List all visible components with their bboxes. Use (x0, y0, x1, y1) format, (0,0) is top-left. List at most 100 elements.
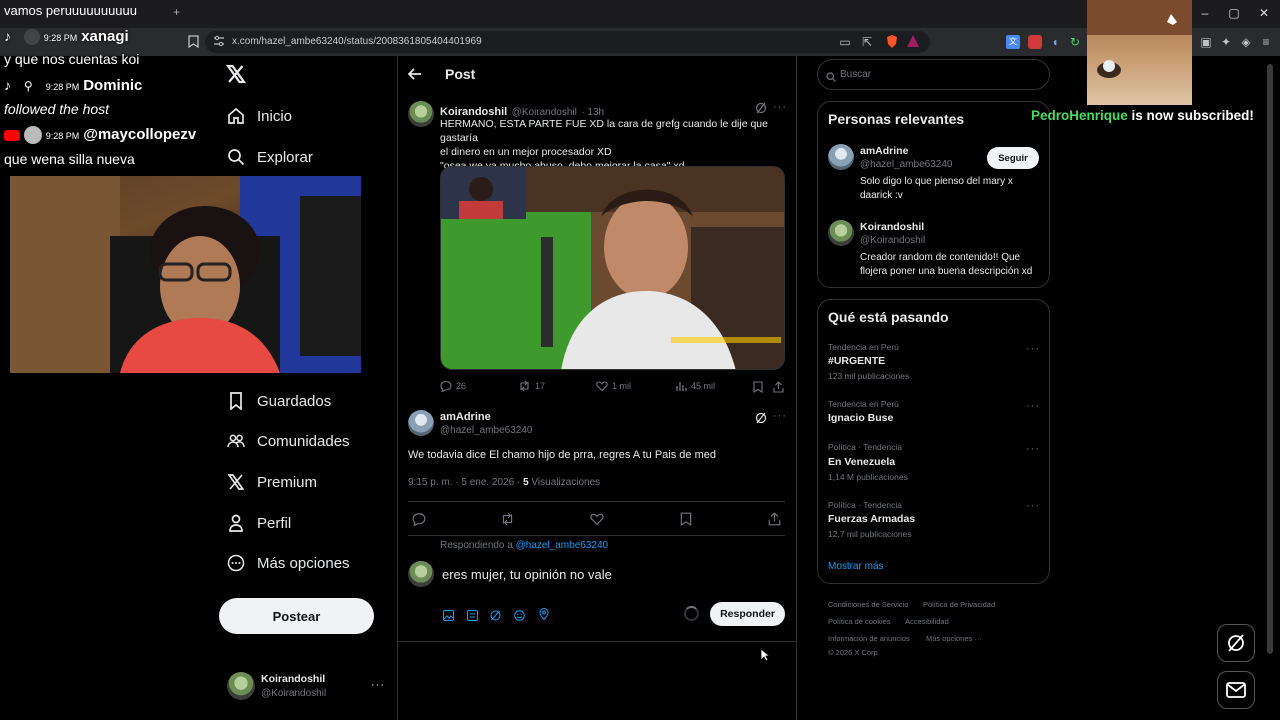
footer-cookies-link[interactable]: Política de cookies (828, 617, 891, 626)
trend-more-icon[interactable]: ··· (1026, 500, 1040, 512)
like-action[interactable]: 1 mil (596, 380, 631, 392)
person-handle[interactable]: @Koirandoshil (860, 235, 925, 246)
nav-item-home[interactable]: Inicio (227, 101, 292, 131)
new-tab-button[interactable]: + (173, 5, 180, 19)
post-video[interactable] (440, 166, 785, 370)
views-action[interactable]: 45 mil (675, 380, 715, 392)
footer-more-link[interactable]: Más opciones ··· (926, 634, 982, 643)
bookmark-icon[interactable] (753, 380, 763, 398)
trends-title: Qué está pasando (828, 309, 949, 325)
extension-icon[interactable]: ↻ (1068, 35, 1082, 49)
extension-icon[interactable]: ◖ (1048, 35, 1062, 49)
trend-more-icon[interactable]: ··· (1026, 343, 1040, 355)
repost-action[interactable]: 17 (518, 380, 545, 392)
maximize-icon[interactable]: ▢ (1224, 6, 1244, 20)
show-more-link[interactable]: Mostrar más (828, 561, 884, 572)
reply-author-avatar[interactable] (408, 410, 434, 436)
post-more-icon[interactable]: ··· (773, 101, 787, 113)
alert-user: PedroHenrique (1031, 108, 1128, 123)
scrollbar[interactable] (1267, 64, 1273, 654)
trend-context: Tendencia en Perú (828, 342, 899, 352)
account-avatar[interactable] (227, 672, 255, 700)
sidebar-toggle-icon[interactable]: ▣ (1199, 35, 1213, 49)
extension-icon[interactable] (1028, 35, 1042, 49)
location-icon[interactable] (539, 607, 549, 625)
translate-extension-icon[interactable]: 文 (1006, 35, 1020, 49)
active-tab-title[interactable]: vamos peruuuuuuuuuu (4, 3, 137, 18)
x-logo-icon[interactable] (225, 64, 247, 89)
chat-time: 9:28 PM (45, 131, 80, 141)
person-name[interactable]: Koirandoshil (860, 221, 924, 233)
person-avatar[interactable] (828, 144, 854, 170)
footer-terms-link[interactable]: Condiciones de Servicio (828, 600, 908, 609)
nav-item-explore[interactable]: Explorar (227, 142, 313, 172)
back-arrow-icon[interactable] (407, 67, 422, 86)
person-avatar[interactable] (828, 220, 854, 246)
post-button[interactable]: Postear (219, 598, 374, 634)
more-circle-icon (227, 554, 245, 572)
column-divider (796, 56, 797, 720)
grok-icon[interactable] (755, 411, 767, 429)
trend-more-icon[interactable]: ··· (1026, 400, 1040, 412)
reply-author-handle[interactable]: @hazel_ambe63240 (440, 425, 532, 436)
reply-date[interactable]: 9:15 p. m. · 5 ene. 2026 · (408, 477, 520, 488)
footer-ads-info-link[interactable]: Información de anuncios (828, 634, 910, 643)
grok-icon[interactable] (490, 608, 501, 626)
nav-item-profile[interactable]: Perfil (227, 508, 291, 538)
reply-compose-input[interactable]: eres mujer, tu opinión no vale (442, 567, 612, 582)
messages-fab[interactable] (1217, 671, 1255, 709)
gif-icon[interactable] (467, 608, 478, 626)
trend-name[interactable]: Ignacio Buse (828, 412, 893, 424)
trend-count: 1,14 M publicaciones (828, 472, 908, 482)
share-icon[interactable]: ⇱ (860, 35, 874, 49)
grok-fab[interactable] (1217, 624, 1255, 662)
image-icon[interactable] (443, 608, 454, 626)
vpn-icon[interactable]: ◈ (1239, 35, 1253, 49)
nav-item-more[interactable]: Más opciones (227, 548, 350, 578)
brave-shields-icon[interactable] (885, 34, 899, 48)
account-name: Koirandoshil (261, 673, 326, 685)
person-handle[interactable]: @hazel_ambe63240 (860, 159, 952, 170)
share-icon[interactable] (768, 512, 781, 531)
reply-action[interactable]: 26 (440, 380, 466, 392)
tiktok-icon: ♪ (4, 77, 11, 93)
brave-rewards-icon[interactable] (906, 34, 920, 48)
minimize-icon[interactable]: – (1195, 6, 1215, 20)
heart-icon[interactable] (590, 512, 604, 531)
nav-item-bookmarks[interactable]: Guardados (227, 386, 331, 416)
footer-accessibility-link[interactable]: Accesibilidad (905, 617, 949, 626)
footer-privacy-link[interactable]: Política de Privacidad (923, 600, 995, 609)
share-icon[interactable] (773, 380, 784, 398)
person-name[interactable]: amAdrine (860, 145, 908, 157)
alert-text: is now subscribed! (1131, 108, 1254, 123)
post-author-avatar[interactable] (408, 101, 434, 127)
bookmark-icon[interactable] (680, 512, 692, 531)
replying-to-handle[interactable]: @hazel_ambe63240 (516, 540, 608, 551)
chat-user: xanagi (81, 28, 129, 45)
url-text[interactable]: x.com/hazel_ambe63240/status/20083618054… (232, 36, 482, 47)
nav-item-premium[interactable]: Premium (227, 467, 317, 497)
reply-more-icon[interactable]: ··· (773, 410, 787, 422)
trend-name[interactable]: Fuerzas Armadas (828, 513, 915, 525)
reply-author-name[interactable]: amAdrine (440, 411, 491, 423)
emoji-icon[interactable] (514, 608, 525, 626)
reply-submit-button[interactable]: Responder (710, 602, 785, 626)
trend-name[interactable]: En Venezuela (828, 456, 895, 468)
reply-icon[interactable] (412, 512, 426, 531)
chat-user: Dominic (83, 77, 143, 94)
leo-ai-icon[interactable]: ✦ (1219, 35, 1233, 49)
chat-message: que wena silla nueva (4, 151, 135, 167)
repost-icon[interactable] (500, 512, 515, 531)
chat-user: @maycollopezv (83, 126, 197, 143)
trend-more-icon[interactable]: ··· (1026, 443, 1040, 455)
nav-item-communities[interactable]: Comunidades (227, 426, 350, 456)
bookmark-icon[interactable] (186, 35, 200, 49)
cast-icon[interactable]: ▭ (838, 35, 852, 49)
person-bio: Solo digo lo que pienso del mary x daari… (860, 175, 1013, 203)
account-menu-icon[interactable]: ··· (371, 679, 385, 691)
close-icon[interactable]: ✕ (1254, 6, 1274, 20)
follow-button[interactable]: Seguir (987, 147, 1039, 169)
menu-icon[interactable]: ≡ (1259, 35, 1273, 49)
site-settings-icon[interactable] (212, 35, 226, 49)
trend-name[interactable]: #URGENTE (828, 355, 885, 367)
